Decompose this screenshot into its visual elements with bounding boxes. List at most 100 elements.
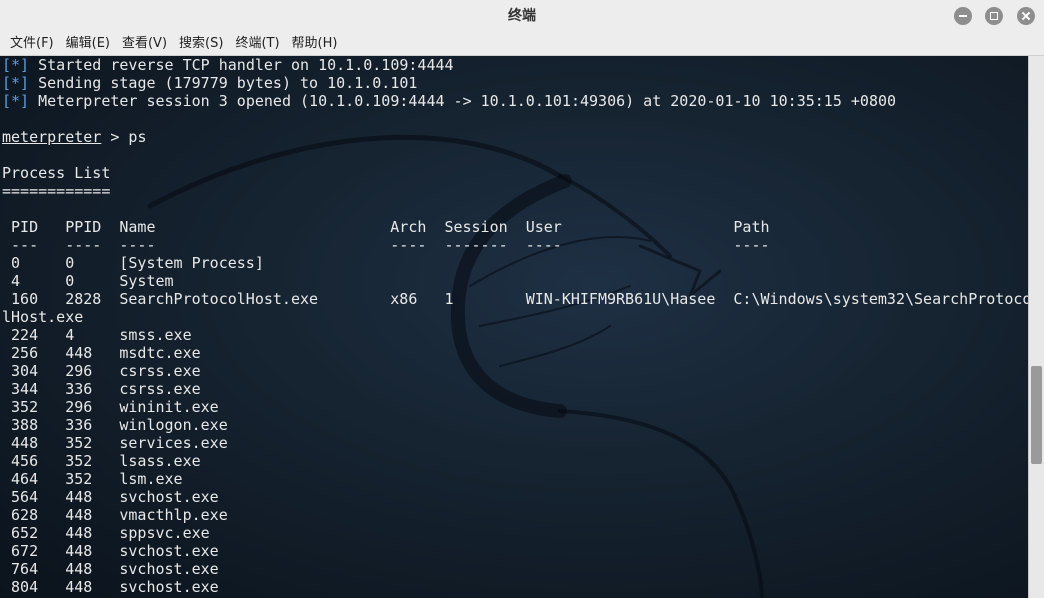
cell-name: winlogon.exe <box>119 416 228 434</box>
cell-ppid: PPID <box>65 218 102 236</box>
cell-pid: 464 <box>11 470 39 488</box>
cell-ppid: ---- <box>65 236 102 254</box>
cell-path: C:\Windows\system32\SearchProtoco <box>733 290 1028 308</box>
cell-pid: 804 <box>11 578 39 596</box>
cell-name: ---- <box>119 236 156 254</box>
cell-pid: 352 <box>11 398 39 416</box>
cell-name: Name <box>119 218 156 236</box>
cell-pid: 652 <box>11 524 39 542</box>
cell-ppid: 352 <box>65 434 93 452</box>
cell-ppid: 2828 <box>65 290 102 308</box>
vertical-scrollbar[interactable] <box>1028 56 1044 598</box>
cell-ppid: 352 <box>65 470 93 488</box>
maximize-icon[interactable] <box>985 7 1003 25</box>
cell-name: csrss.exe <box>119 362 201 380</box>
cell-ppid: 296 <box>65 362 93 380</box>
cell-pid: 160 <box>11 290 39 308</box>
status-text: Sending stage (179779 bytes) to 10.1.0.1… <box>38 74 418 92</box>
prompt-label: meterpreter <box>2 128 102 146</box>
cell-user: ---- <box>525 236 562 254</box>
title-bar[interactable]: 终端 <box>0 0 1044 32</box>
cell-name: services.exe <box>119 434 228 452</box>
window-title: 终端 <box>508 8 536 24</box>
menu-bar: 文件(F) 编辑(E) 查看(V) 搜索(S) 终端(T) 帮助(H) <box>0 32 1044 56</box>
cell-name: smss.exe <box>119 326 192 344</box>
cell-pid: 456 <box>11 452 39 470</box>
cell-pid: --- <box>11 236 39 254</box>
table-row: 448 352 services.exe <box>2 434 1028 452</box>
cell-name: svchost.exe <box>119 542 219 560</box>
table-header-rule: --- ---- ---- ---- ------- ---- ---- <box>2 236 1028 254</box>
scrollbar-thumb[interactable] <box>1031 366 1042 464</box>
cell-name: msdtc.exe <box>119 344 201 362</box>
menu-view[interactable]: 查看(V) <box>116 33 173 55</box>
cell-ppid: 448 <box>65 578 93 596</box>
table-row: 4 0 System <box>2 272 1028 290</box>
table-row: 464 352 lsm.exe <box>2 470 1028 488</box>
cell-ppid: 448 <box>65 542 93 560</box>
cell-name: sppsvc.exe <box>119 524 210 542</box>
table-row: 672 448 svchost.exe <box>2 542 1028 560</box>
cell-ppid: 352 <box>65 452 93 470</box>
status-tag: [*] <box>2 92 30 110</box>
cell-pid: 764 <box>11 560 39 578</box>
table-header: PID PPID Name Arch Session User Path <box>2 218 1028 236</box>
menu-help[interactable]: 帮助(H) <box>286 33 344 55</box>
cell-ppid: 336 <box>65 380 93 398</box>
cell-name: vmacthlp.exe <box>119 506 228 524</box>
menu-search[interactable]: 搜索(S) <box>173 33 229 55</box>
command-text: > ps <box>101 128 147 146</box>
status-text: Meterpreter session 3 opened (10.1.0.109… <box>38 92 897 110</box>
table-row: 804 448 svchost.exe <box>2 578 1028 596</box>
cell-session: ------- <box>444 236 508 254</box>
status-line: [*] Sending stage (179779 bytes) to 10.1… <box>2 74 1028 92</box>
table-row: 564 448 svchost.exe <box>2 488 1028 506</box>
cell-arch: ---- <box>390 236 427 254</box>
cell-name: svchost.exe <box>119 488 219 506</box>
menu-file[interactable]: 文件(F) <box>4 33 60 55</box>
status-tag: [*] <box>2 56 30 74</box>
cell-name: System <box>119 272 174 290</box>
table-row: 352 296 wininit.exe <box>2 398 1028 416</box>
prompt-line: meterpreter > ps <box>2 128 1028 146</box>
cell-pid: 344 <box>11 380 39 398</box>
table-row: 628 448 vmacthlp.exe <box>2 506 1028 524</box>
process-list-heading: Process List <box>2 164 111 182</box>
cell-ppid: 0 <box>65 254 75 272</box>
heading-rule: ============ <box>2 182 111 200</box>
table-row-wrap: lHost.exe <box>2 308 1028 326</box>
cell-pid: 304 <box>11 362 39 380</box>
cell-pid: 224 <box>11 326 39 344</box>
cell-arch: x86 <box>390 290 418 308</box>
cell-name: lsass.exe <box>119 452 201 470</box>
cell-ppid: 448 <box>65 488 93 506</box>
cell-ppid: 0 <box>65 272 75 290</box>
terminal-area[interactable]: [*] Started reverse TCP handler on 10.1.… <box>0 56 1028 598</box>
cell-name: lsm.exe <box>119 470 183 488</box>
cell-name: svchost.exe <box>119 560 219 578</box>
cell-pid: 564 <box>11 488 39 506</box>
terminal-output: [*] Started reverse TCP handler on 10.1.… <box>2 56 1028 596</box>
cell-name: svchost.exe <box>119 578 219 596</box>
cell-pid: 628 <box>11 506 39 524</box>
cell-ppid: 448 <box>65 524 93 542</box>
close-icon[interactable] <box>1017 7 1035 25</box>
table-row: 652 448 sppsvc.exe <box>2 524 1028 542</box>
menu-terminal[interactable]: 终端(T) <box>229 33 285 55</box>
table-row: 764 448 svchost.exe <box>2 560 1028 578</box>
cell-pid: 256 <box>11 344 39 362</box>
cell-path: ---- <box>733 236 770 254</box>
table-row: 388 336 winlogon.exe <box>2 416 1028 434</box>
cell-pid: PID <box>11 218 39 236</box>
table-row: 456 352 lsass.exe <box>2 452 1028 470</box>
cell-ppid: 448 <box>65 560 93 578</box>
cell-ppid: 4 <box>65 326 75 344</box>
menu-edit[interactable]: 编辑(E) <box>60 33 116 55</box>
table-row: 344 336 csrss.exe <box>2 380 1028 398</box>
cell-pid: 672 <box>11 542 39 560</box>
path-wrap: lHost.exe <box>2 308 84 326</box>
table-row: 224 4 smss.exe <box>2 326 1028 344</box>
minimize-icon[interactable] <box>954 7 972 25</box>
